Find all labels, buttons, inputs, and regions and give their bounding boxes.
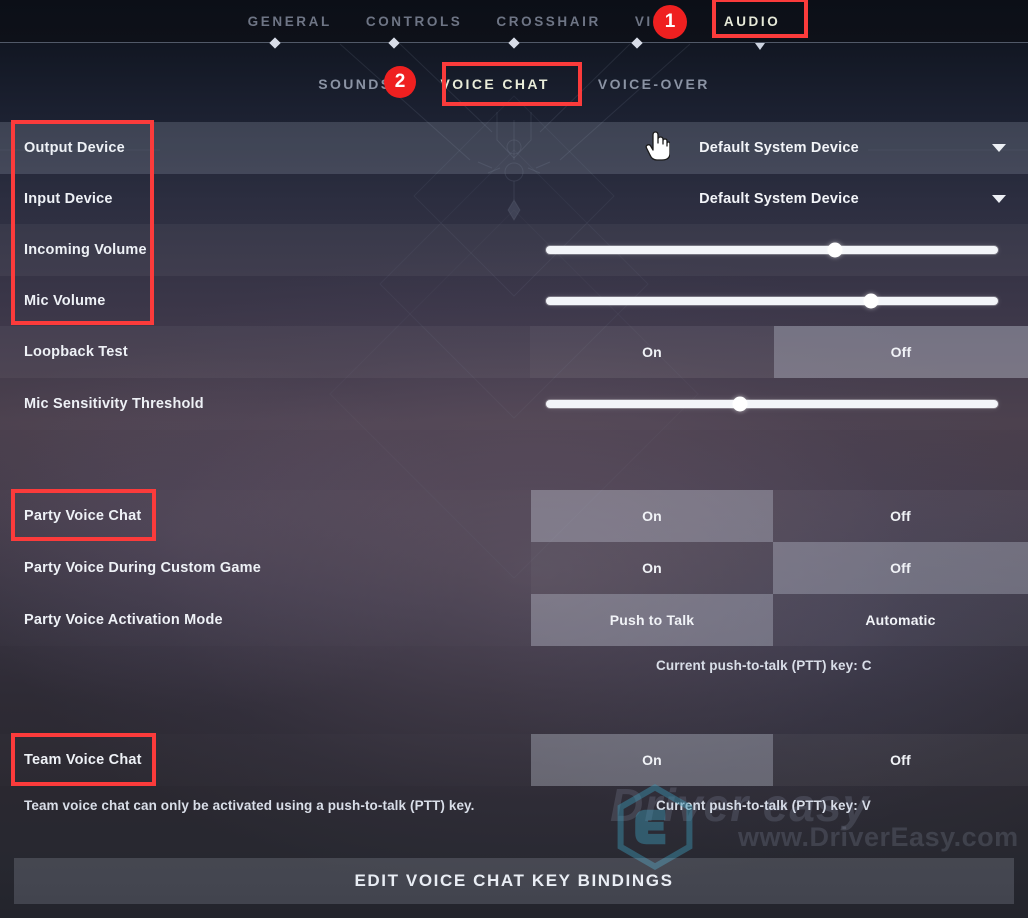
label-input-device: Input Device	[24, 191, 113, 207]
party-voice-chat-off-button[interactable]: Off	[773, 490, 1028, 542]
toggle-loopback-test: On Off	[530, 326, 1028, 378]
nav-marker-audio-active-icon	[755, 43, 765, 50]
label-party-voice-activation-mode: Party Voice Activation Mode	[24, 612, 223, 628]
tab-general[interactable]: GENERAL	[248, 14, 332, 29]
subtab-voice-over[interactable]: VOICE-OVER	[598, 76, 710, 92]
dropdown-output-device[interactable]: Default System Device	[530, 122, 1028, 174]
team-ptt-hint: Current push-to-talk (PTT) key: V	[656, 798, 871, 813]
row-party-voice-custom-game[interactable]: Party Voice During Custom Game On Off	[0, 542, 1028, 594]
party-ptt-hint: Current push-to-talk (PTT) key: C	[656, 658, 872, 673]
slider-mic-volume[interactable]	[546, 276, 998, 326]
subtab-sounds[interactable]: SOUNDS	[318, 76, 392, 92]
row-mic-sensitivity-threshold[interactable]: Mic Sensitivity Threshold	[0, 378, 1028, 430]
row-incoming-volume[interactable]: Incoming Volume	[0, 224, 1028, 276]
label-mic-sensitivity-threshold: Mic Sensitivity Threshold	[24, 396, 204, 412]
row-loopback-test[interactable]: Loopback Test On Off	[0, 326, 1028, 378]
loopback-test-on-button[interactable]: On	[530, 326, 774, 378]
party-voice-automatic-button[interactable]: Automatic	[773, 594, 1028, 646]
label-team-voice-chat: Team Voice Chat	[24, 752, 142, 768]
row-input-device[interactable]: Input Device Default System Device	[0, 174, 1028, 224]
team-voice-chat-on-button[interactable]: On	[531, 734, 773, 786]
dropdown-output-device-value: Default System Device	[699, 140, 859, 156]
loopback-test-off-button[interactable]: Off	[774, 326, 1028, 378]
label-incoming-volume: Incoming Volume	[24, 242, 147, 258]
tab-controls[interactable]: CONTROLS	[366, 14, 463, 29]
label-output-device: Output Device	[24, 140, 125, 156]
edit-voice-chat-key-bindings-button[interactable]: EDIT VOICE CHAT KEY BINDINGS	[14, 858, 1014, 904]
team-voice-note: Team voice chat can only be activated us…	[24, 798, 475, 813]
tab-audio[interactable]: AUDIO	[724, 14, 781, 29]
label-party-voice-custom-game: Party Voice During Custom Game	[24, 560, 261, 576]
tab-crosshair[interactable]: CROSSHAIR	[496, 14, 600, 29]
toggle-party-voice-activation-mode: Push to Talk Automatic	[531, 594, 1028, 646]
toggle-team-voice-chat: On Off	[531, 734, 1028, 786]
toggle-party-voice-custom-game: On Off	[531, 542, 1028, 594]
row-output-device[interactable]: Output Device Default System Device	[0, 122, 1028, 174]
dropdown-input-device-value: Default System Device	[699, 191, 859, 207]
slider-mic-sensitivity-knob[interactable]	[732, 396, 748, 412]
watermark-url-text: www.DriverEasy.com	[738, 822, 1019, 852]
party-voice-custom-game-off-button[interactable]: Off	[773, 542, 1028, 594]
slider-mic-volume-knob[interactable]	[863, 293, 879, 309]
top-nav-bar: GENERAL CONTROLS CROSSHAIR VIDEO AUDIO	[0, 0, 1028, 42]
slider-incoming-volume[interactable]	[546, 224, 998, 276]
row-party-voice-activation-mode[interactable]: Party Voice Activation Mode Push to Talk…	[0, 594, 1028, 646]
row-party-voice-chat[interactable]: Party Voice Chat On Off	[0, 490, 1028, 542]
row-team-voice-chat[interactable]: Team Voice Chat On Off	[0, 734, 1028, 786]
slider-mic-sensitivity[interactable]	[546, 378, 998, 430]
party-voice-custom-game-on-button[interactable]: On	[531, 542, 773, 594]
valorant-settings-screen: GENERAL CONTROLS CROSSHAIR VIDEO AUDIO S…	[0, 0, 1028, 918]
watermark-url: www.DriverEasy.com	[738, 822, 1019, 853]
label-loopback-test: Loopback Test	[24, 344, 128, 360]
slider-incoming-volume-track[interactable]	[546, 242, 998, 258]
label-mic-volume: Mic Volume	[24, 293, 106, 309]
slider-mic-volume-track[interactable]	[546, 293, 998, 309]
dropdown-input-device[interactable]: Default System Device	[530, 174, 1028, 224]
chevron-down-icon	[992, 195, 1006, 203]
label-party-voice-chat: Party Voice Chat	[24, 508, 142, 524]
slider-incoming-volume-knob[interactable]	[827, 242, 843, 258]
sub-nav-bar: SOUNDS VOICE CHAT VOICE-OVER	[0, 62, 1028, 106]
toggle-party-voice-chat: On Off	[531, 490, 1028, 542]
subtab-voice-chat[interactable]: VOICE CHAT	[441, 76, 550, 92]
top-nav-items: GENERAL CONTROLS CROSSHAIR VIDEO AUDIO	[0, 0, 1028, 42]
chevron-down-icon	[992, 144, 1006, 152]
party-voice-push-to-talk-button[interactable]: Push to Talk	[531, 594, 773, 646]
team-voice-chat-off-button[interactable]: Off	[773, 734, 1028, 786]
slider-mic-sensitivity-track[interactable]	[546, 396, 998, 412]
tab-video[interactable]: VIDEO	[635, 14, 690, 29]
row-mic-volume[interactable]: Mic Volume	[0, 276, 1028, 326]
party-voice-chat-on-button[interactable]: On	[531, 490, 773, 542]
